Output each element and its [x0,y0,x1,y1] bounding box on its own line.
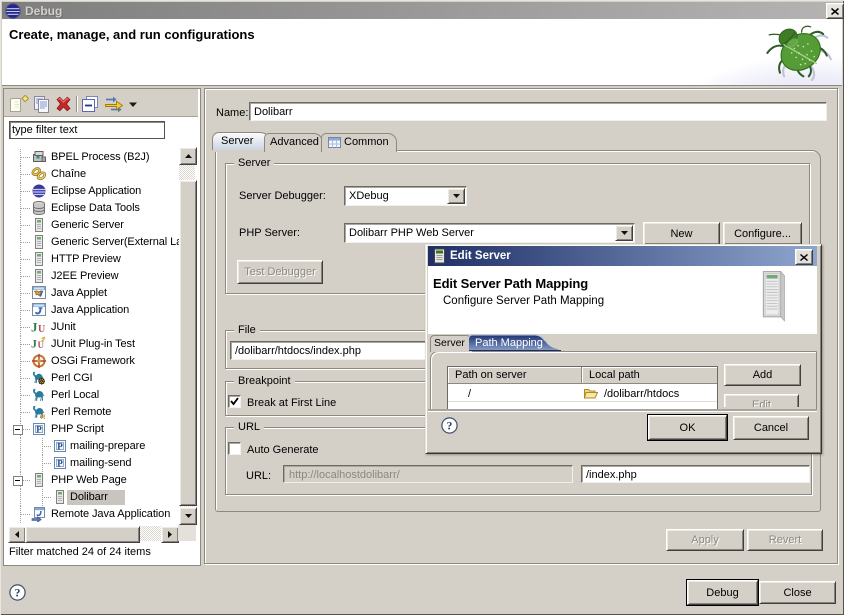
svg-text:?: ? [447,421,453,433]
svg-text:?: ? [15,588,21,600]
